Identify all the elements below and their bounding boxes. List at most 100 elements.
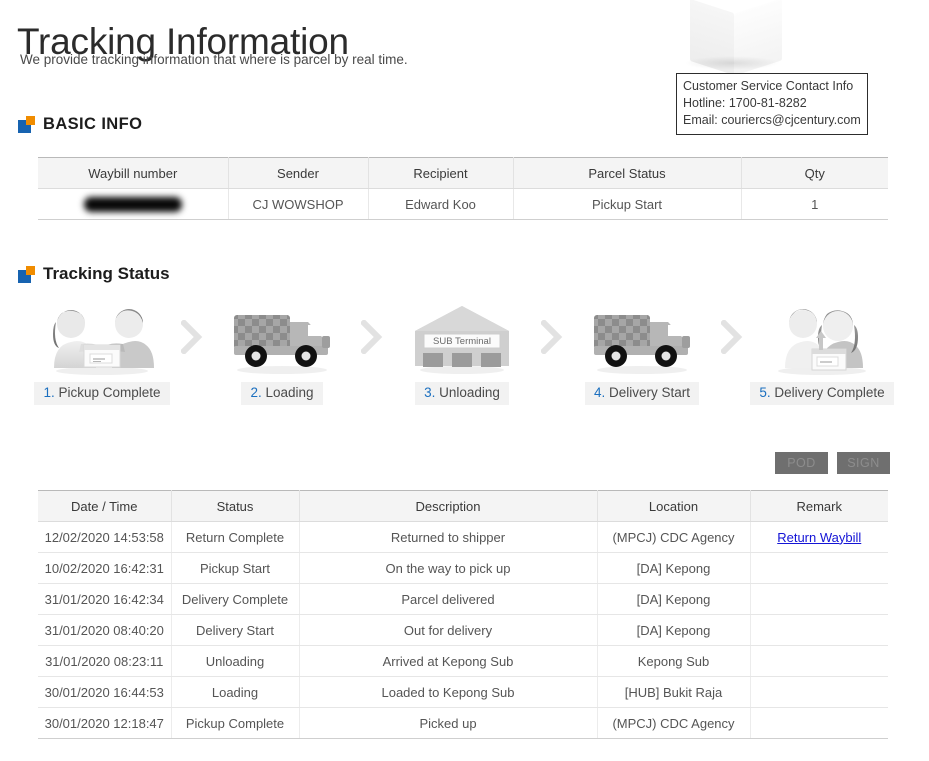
history-header-row: Date / Time Status Description Location …: [38, 490, 888, 522]
tracking-step-3-number: 3.: [424, 385, 436, 400]
tracking-history-table: Date / Time Status Description Location …: [38, 490, 888, 739]
basic-info-table: Waybill number Sender Recipient Parcel S…: [38, 157, 888, 220]
tracking-step-1[interactable]: 1. Pickup Complete: [30, 298, 174, 405]
history-cell-status: Pickup Start: [171, 552, 300, 584]
history-cell-datetime: 31/01/2020 16:42:34: [38, 583, 172, 615]
basic-info-title: BASIC INFO: [43, 115, 143, 133]
basic-col-recipient: Recipient: [368, 157, 514, 189]
history-cell-status: Pickup Complete: [171, 707, 300, 739]
tracking-step-4[interactable]: 4. Delivery Start: [570, 298, 714, 405]
tracking-step-2[interactable]: 2. Loading: [210, 298, 354, 405]
tracking-status-section-header: Tracking Status: [18, 264, 170, 284]
tracking-step-2-number: 2.: [250, 385, 262, 400]
basic-info-header-row: Waybill number Sender Recipient Parcel S…: [38, 157, 888, 189]
tracking-step-1-label: 1. Pickup Complete: [34, 382, 170, 405]
history-cell-status: Delivery Complete: [171, 583, 300, 615]
history-col-description: Description: [299, 490, 598, 522]
history-col-status: Status: [171, 490, 300, 522]
basic-info-section-header: BASIC INFO: [18, 115, 142, 134]
history-cell-datetime: 12/02/2020 14:53:58: [38, 521, 172, 553]
history-cell-description: On the way to pick up: [299, 552, 598, 584]
basic-value-waybill: [38, 188, 229, 220]
sign-button[interactable]: SIGN: [837, 452, 890, 474]
history-cell-location: Kepong Sub: [597, 645, 751, 677]
tracking-step-1-number: 1.: [43, 385, 55, 400]
page-subtitle: We provide tracking information that whe…: [20, 52, 408, 67]
step-arrow-icon: [354, 298, 390, 376]
parcel-hero-illustration: [660, 0, 929, 78]
redacted-waybill-number: [83, 197, 182, 213]
tracking-status-steps: 1. Pickup Complete 2. Loading SUB Termin…: [30, 298, 900, 416]
history-cell-remark: [750, 583, 888, 615]
history-cell-status: Unloading: [171, 645, 300, 677]
history-cell-datetime: 31/01/2020 08:23:11: [38, 645, 172, 677]
tracking-step-5-number: 5.: [759, 385, 771, 400]
history-col-datetime: Date / Time: [38, 490, 172, 522]
tracking-step-3-text: Unloading: [435, 385, 500, 400]
tracking-step-4-number: 4.: [593, 385, 606, 400]
tracking-step-5-text: Delivery Complete: [770, 385, 885, 400]
contact-title: Customer Service Contact Info: [683, 79, 854, 93]
terminal-label: SUB Terminal: [433, 336, 491, 347]
history-col-location: Location: [597, 490, 751, 522]
tracking-step-4-text: Delivery Start: [605, 385, 691, 400]
step-arrow-icon: [534, 298, 570, 376]
history-cell-description: Loaded to Kepong Sub: [299, 676, 598, 708]
pod-button[interactable]: POD: [775, 452, 828, 474]
history-cell-datetime: 30/01/2020 12:18:47: [38, 707, 172, 739]
step-arrow-icon: [714, 298, 750, 376]
tracking-step-3[interactable]: SUB Terminal 3. Unloading: [390, 298, 534, 405]
basic-value-status: Pickup Start: [513, 188, 742, 220]
tracking-step-4-label: 4. Delivery Start: [584, 382, 700, 405]
people-handover-icon: [37, 298, 167, 376]
history-cell-remark: [750, 645, 888, 677]
section-marker-icon: [18, 116, 35, 133]
history-cell-remark: [750, 552, 888, 584]
parcel-box-shadow: [684, 56, 780, 70]
basic-col-status: Parcel Status: [513, 157, 742, 189]
table-row: 10/02/2020 16:42:31 Pickup Start On the wa…: [38, 552, 888, 584]
tracking-step-3-label: 3. Unloading: [415, 382, 509, 405]
terminal-icon: SUB Terminal: [397, 298, 527, 376]
table-row: 31/01/2020 16:42:34 Delivery Complete Parc…: [38, 583, 888, 615]
people-delivery-icon: [757, 298, 887, 376]
history-cell-location: (MPCJ) CDC Agency: [597, 521, 751, 553]
history-cell-description: Arrived at Kepong Sub: [299, 645, 598, 677]
truck-icon: [577, 298, 707, 376]
truck-icon: [217, 298, 347, 376]
basic-col-sender: Sender: [228, 157, 369, 189]
history-col-remark: Remark: [750, 490, 888, 522]
table-row: 30/01/2020 16:44:53 Loading Loaded to Kepo…: [38, 676, 888, 708]
history-cell-description: Returned to shipper: [299, 521, 598, 553]
history-cell-status: Loading: [171, 676, 300, 708]
history-cell-remark: Return Waybill: [750, 521, 888, 553]
tracking-step-5-label: 5. Delivery Complete: [750, 382, 894, 405]
history-cell-datetime: 10/02/2020 16:42:31: [38, 552, 172, 584]
table-row: 30/01/2020 12:18:47 Pickup Complete Picked…: [38, 707, 888, 739]
history-cell-status: Delivery Start: [171, 614, 300, 646]
history-cell-location: [HUB] Bukit Raja: [597, 676, 751, 708]
basic-value-qty: 1: [741, 188, 888, 220]
table-row: 31/01/2020 08:40:20 Delivery Start Out for…: [38, 614, 888, 646]
history-cell-location: [DA] Kepong: [597, 583, 751, 615]
table-row: 12/02/2020 14:53:58 Return Complete Return…: [38, 521, 888, 553]
return-waybill-link[interactable]: Return Waybill: [777, 530, 861, 545]
history-cell-remark: [750, 676, 888, 708]
history-cell-location: [DA] Kepong: [597, 614, 751, 646]
basic-col-waybill: Waybill number: [38, 157, 229, 189]
history-cell-remark: [750, 614, 888, 646]
history-cell-description: Out for delivery: [299, 614, 598, 646]
basic-col-qty: Qty: [741, 157, 888, 189]
basic-value-recipient: Edward Koo: [368, 188, 514, 220]
tracking-step-1-text: Pickup Complete: [54, 385, 161, 400]
history-cell-description: Picked up: [299, 707, 598, 739]
history-cell-location: [DA] Kepong: [597, 552, 751, 584]
tracking-step-2-label: 2. Loading: [241, 382, 323, 405]
contact-email: Email: couriercs@cjcentury.com: [683, 113, 861, 127]
tracking-status-title: Tracking Status: [43, 264, 170, 283]
table-row: CJ WOWSHOP Edward Koo Pickup Start 1: [38, 188, 888, 220]
history-cell-remark: [750, 707, 888, 739]
tracking-step-5[interactable]: 5. Delivery Complete: [750, 298, 894, 405]
history-cell-location: (MPCJ) CDC Agency: [597, 707, 751, 739]
section-marker-icon: [18, 265, 35, 283]
